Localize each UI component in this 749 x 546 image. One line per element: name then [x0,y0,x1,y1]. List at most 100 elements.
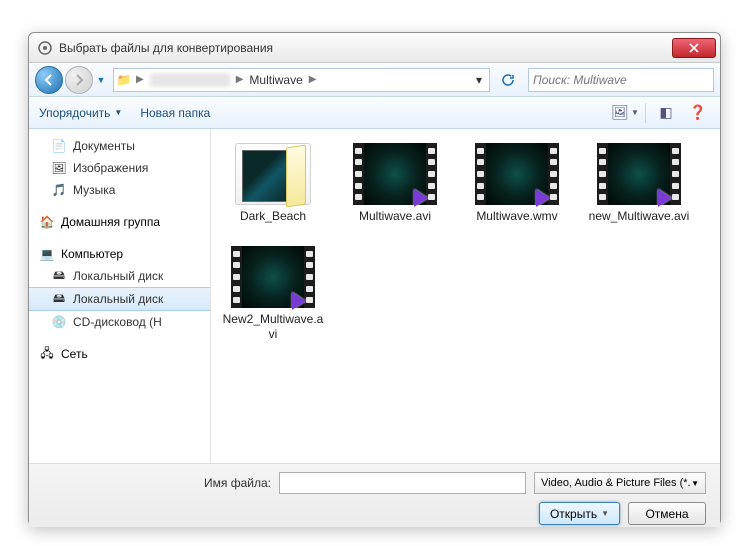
file-open-dialog: Выбрать файлы для конвертирования ▼ 📁 ▶ … [28,32,721,526]
sidebar-music[interactable]: 🎵 Музыка [29,179,210,201]
sidebar-spacer [29,201,210,211]
bottom-bar: Имя файла: Video, Audio & Picture Files … [29,463,720,527]
chevron-down-icon: ▼ [114,108,122,117]
video-thumbnail [597,143,681,205]
file-list-pane[interactable]: Dark_Beach Multiwave.avi Multiwave.wmv new_… [211,129,720,463]
sidebar-homegroup[interactable]: 🏠 Домашняя группа [29,211,210,233]
sidebar-item-icon: 💿 [51,314,67,330]
film-strip [597,143,608,205]
file-label: Dark_Beach [240,209,306,224]
video-frame [486,143,548,205]
file-label: Multiwave.avi [359,209,431,224]
organize-label: Упорядочить [39,106,110,120]
preview-pane-button[interactable]: ◧ [654,101,678,125]
video-thumbnail [231,246,315,308]
nav-bar: ▼ 📁 ▶ ▶ Multiwave ▶ ▾ [29,63,720,97]
chevron-down-icon: ▼ [691,479,699,488]
sidebar-item-icon: 🎵 [51,182,67,198]
file-multiwave-wmv[interactable]: Multiwave.wmv [465,143,569,224]
navigation-sidebar[interactable]: 📄 Документы 🖼 Изображения 🎵 Музыка 🏠 Домашняя г… [29,129,211,463]
sidebar-item-icon: 🖼 [51,160,67,176]
open-button-label: Открыть [550,507,597,521]
play-overlay-icon [658,189,672,207]
filename-input[interactable] [279,472,526,494]
refresh-button[interactable] [496,68,520,92]
titlebar[interactable]: Выбрать файлы для конвертирования [29,33,720,63]
sidebar-item-icon: 🖧 [39,346,55,362]
nav-back-button[interactable] [35,66,63,94]
film-strip [231,246,242,308]
play-overlay-icon [536,189,550,207]
sidebar-network[interactable]: 🖧 Сеть [29,343,210,365]
app-icon [37,40,53,56]
nav-history-dropdown[interactable]: ▼ [95,70,107,90]
sidebar-documents[interactable]: 📄 Документы [29,135,210,157]
folder-thumbnail [235,143,311,205]
chevron-right-icon: ▶ [134,74,146,85]
open-button[interactable]: Открыть ▼ [539,502,620,525]
video-frame [242,246,304,308]
search-box[interactable] [528,68,714,92]
sidebar-computer[interactable]: 💻 Компьютер [29,243,210,265]
sidebar-item-label: CD-дисковод (H [73,315,162,329]
video-thumbnail [353,143,437,205]
sidebar-item-label: Локальный диск [73,269,163,283]
filter-label: Video, Audio & Picture Files (*. [541,477,691,489]
window-title: Выбрать файлы для конвертирования [59,41,672,55]
sidebar-cd-drive[interactable]: 💿 CD-дисковод (H [29,311,210,333]
sidebar-item-icon: 🏠 [39,214,55,230]
sidebar-localdisk-1[interactable]: 🖴 Локальный диск [29,265,210,287]
toolbar: Упорядочить ▼ Новая папка 🖼▼ ◧ ❓ [29,97,720,129]
folder-icon: 📁 [114,73,134,87]
file-label: New2_Multiwave.avi [221,312,325,342]
video-frame [364,143,426,205]
video-thumbnail [475,143,559,205]
toolbar-divider [645,103,646,123]
sidebar-spacer [29,333,210,343]
new-folder-label: Новая папка [140,106,210,120]
new-folder-button[interactable]: Новая папка [140,106,210,120]
chevron-right-icon: ▶ [234,74,246,85]
view-options-button[interactable]: 🖼▼ [613,101,637,125]
file-new-multiwave-avi[interactable]: new_Multiwave.avi [587,143,691,224]
sidebar-item-label: Компьютер [61,247,123,261]
sidebar-item-label: Изображения [73,161,148,175]
breadcrumb-hidden-segment [150,73,230,87]
sidebar-item-icon: 🖴 [51,268,67,284]
sidebar-item-label: Сеть [61,347,88,361]
breadcrumb-dropdown-icon[interactable]: ▾ [469,73,489,87]
breadcrumb-bar[interactable]: 📁 ▶ ▶ Multiwave ▶ ▾ [113,68,490,92]
file-new2-multiwave-avi[interactable]: New2_Multiwave.avi [221,246,325,342]
video-frame [608,143,670,205]
chevron-right-icon: ▶ [307,74,319,85]
breadcrumb-current[interactable]: Multiwave [245,73,306,87]
sidebar-item-label: Домашняя группа [61,215,160,229]
search-input[interactable] [533,73,709,87]
play-overlay-icon [414,189,428,207]
help-button[interactable]: ❓ [686,101,710,125]
film-strip [353,143,364,205]
file-label: new_Multiwave.avi [589,209,690,224]
close-button[interactable] [672,38,716,58]
film-strip [475,143,486,205]
nav-forward-button[interactable] [65,66,93,94]
sidebar-localdisk-2[interactable]: 🖴 Локальный диск [29,287,210,311]
play-overlay-icon [292,292,306,310]
sidebar-item-label: Документы [73,139,135,153]
sidebar-spacer [29,233,210,243]
sidebar-item-icon: 📄 [51,138,67,154]
sidebar-pictures[interactable]: 🖼 Изображения [29,157,210,179]
file-dark-beach[interactable]: Dark_Beach [221,143,325,224]
sidebar-item-label: Музыка [73,183,115,197]
file-label: Multiwave.wmv [476,209,557,224]
sidebar-item-icon: 🖴 [51,291,67,307]
organize-menu[interactable]: Упорядочить ▼ [39,106,122,120]
sidebar-item-label: Локальный диск [73,292,163,306]
sidebar-item-icon: 💻 [39,246,55,262]
file-type-filter[interactable]: Video, Audio & Picture Files (*. ▼ [534,472,706,494]
filename-label: Имя файла: [43,476,271,490]
cancel-button-label: Отмена [645,507,688,521]
file-multiwave-avi[interactable]: Multiwave.avi [343,143,447,224]
chevron-down-icon: ▼ [601,509,609,518]
cancel-button[interactable]: Отмена [628,502,706,525]
